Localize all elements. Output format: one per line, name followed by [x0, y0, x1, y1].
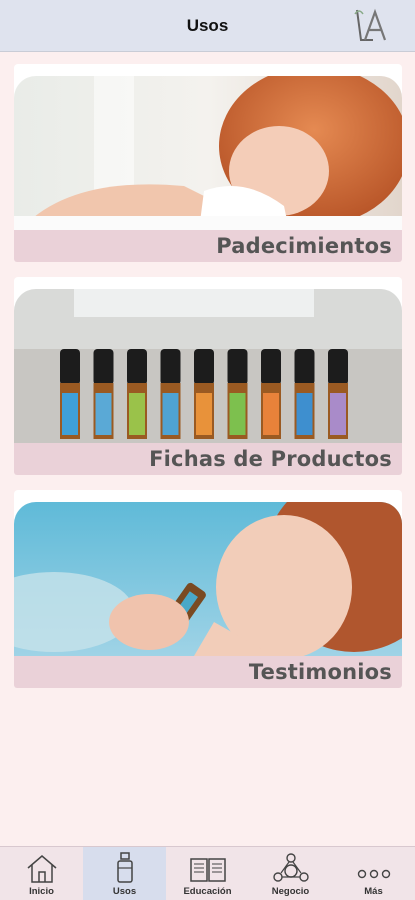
bottle-label: [129, 393, 145, 435]
bottle-cap: [60, 349, 80, 385]
top-header: Usos: [0, 0, 415, 52]
card-fichas-productos[interactable]: Fichas de Productos: [14, 277, 402, 475]
bottle-label: [296, 393, 313, 435]
bottle-cap: [127, 349, 147, 385]
card-label: Fichas de Productos: [149, 447, 392, 471]
bottle-cap: [328, 349, 348, 385]
bottle-label: [229, 393, 246, 435]
network-icon: [272, 853, 309, 882]
la-logo-icon[interactable]: [351, 6, 393, 46]
bottle-cap: [93, 349, 114, 385]
tab-label: Más: [364, 886, 383, 897]
page-title: Usos: [186, 15, 229, 35]
tab-inicio[interactable]: Inicio: [0, 847, 83, 900]
tab-mas[interactable]: Más: [332, 847, 415, 900]
tab-label: Negocio: [271, 886, 310, 897]
child-resting-image: [14, 76, 402, 230]
bottle-label: [162, 393, 179, 435]
bottle-cap: [160, 349, 181, 385]
card-label: Testimonios: [248, 660, 392, 684]
bottle-label: [263, 393, 279, 435]
book-icon: [189, 858, 226, 882]
home-icon: [27, 855, 56, 883]
more-dots-icon: [357, 869, 390, 879]
bottle-label: [196, 393, 212, 435]
tab-label: Inicio: [29, 886, 54, 897]
tab-educacion[interactable]: Educación: [166, 847, 249, 900]
bottle-label: [62, 393, 78, 435]
bottom-tab-bar: Inicio Usos Educación Negocio Más: [0, 846, 415, 900]
card-label: Padecimientos: [216, 234, 392, 258]
roller-bottles-image: [14, 289, 402, 443]
bottle-cap: [227, 349, 248, 385]
card-testimonios[interactable]: Testimonios: [14, 490, 402, 688]
bottle-cap: [261, 349, 281, 385]
bottle-label: [95, 393, 112, 435]
bottle-cap: [194, 349, 214, 385]
tab-label: Usos: [112, 886, 137, 897]
bottle-icon: [116, 852, 133, 883]
tab-usos[interactable]: Usos: [83, 847, 166, 900]
tab-label: Educación: [183, 886, 232, 897]
bottle-label: [330, 393, 346, 435]
card-padecimientos[interactable]: Padecimientos: [14, 64, 402, 262]
tab-negocio[interactable]: Negocio: [249, 847, 332, 900]
bottle-cap: [294, 349, 315, 385]
woman-smelling-image: [14, 502, 402, 656]
